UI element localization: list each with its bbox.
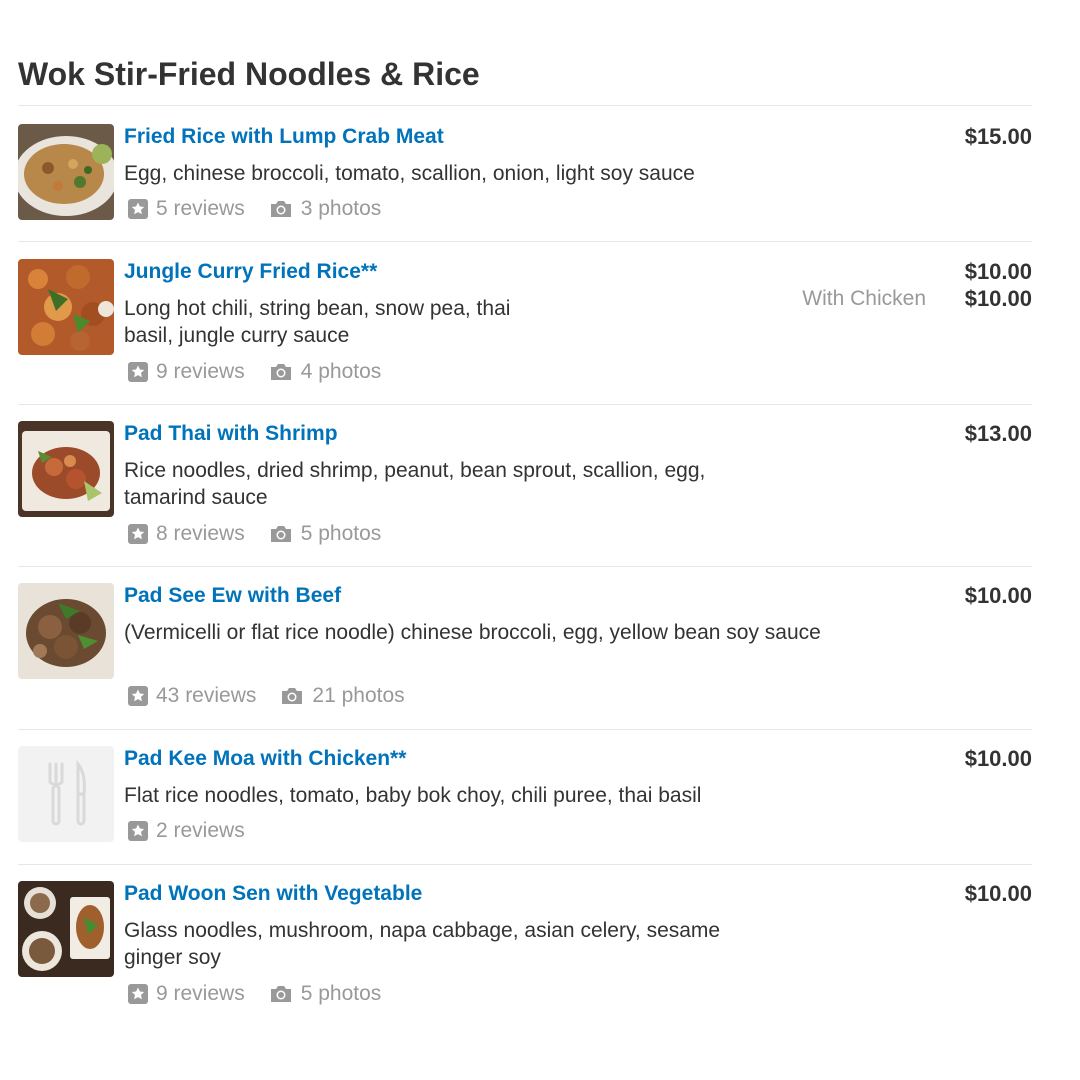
reviews-link[interactable]: 8 reviews [128, 521, 245, 547]
item-meta: 2 reviews [128, 818, 245, 844]
item-price: $10.00 [964, 881, 1032, 906]
reviews-count: 9 reviews [156, 360, 245, 383]
photos-count: 21 photos [312, 684, 405, 707]
item-meta: 8 reviews 5 photos [128, 521, 381, 547]
item-photo[interactable] [18, 124, 114, 220]
item-price: $10.00 [964, 583, 1032, 608]
option-label: With Chicken [802, 287, 926, 310]
item-description: (Vermicelli or flat rice noodle) chinese… [124, 621, 821, 644]
camera-icon [270, 364, 291, 380]
item-meta: 9 reviews 4 photos [128, 359, 381, 385]
menu-list: Fried Rice with Lump Crab Meat Egg, chin… [18, 105, 1032, 1024]
reviews-count: 5 reviews [156, 197, 245, 220]
fork-knife-icon [48, 759, 86, 826]
item-description: Long hot chili, string bean, snow pea, t… [124, 297, 511, 347]
item-price: $10.00 [964, 746, 1032, 771]
section-title: Wok Stir-Fried Noodles & Rice [18, 56, 480, 92]
item-photo[interactable] [18, 259, 114, 355]
item-name-link[interactable]: Jungle Curry Fried Rice** [124, 259, 377, 285]
option-price: $10.00 [964, 286, 1032, 311]
photos-count: 5 photos [300, 982, 382, 1005]
star-icon [128, 984, 148, 1004]
item-name-link[interactable]: Fried Rice with Lump Crab Meat [124, 124, 444, 150]
item-description: Glass noodles, mushroom, napa cabbage, a… [124, 919, 721, 969]
menu-item: Jungle Curry Fried Rice** Long hot chili… [18, 241, 1032, 404]
item-name-link[interactable]: Pad Kee Moa with Chicken** [124, 746, 406, 772]
item-name-link[interactable]: Pad Thai with Shrimp [124, 421, 338, 447]
reviews-count: 2 reviews [156, 819, 245, 842]
photos-count: 4 photos [300, 360, 382, 383]
reviews-link[interactable]: 9 reviews [128, 981, 245, 1007]
photos-count: 5 photos [300, 522, 382, 545]
item-price: $10.00 [964, 259, 1032, 284]
item-photo-placeholder [18, 746, 114, 842]
reviews-link[interactable]: 5 reviews [128, 196, 245, 222]
star-icon [128, 524, 148, 544]
reviews-count: 8 reviews [156, 522, 245, 545]
item-price: $13.00 [964, 421, 1032, 446]
camera-icon [270, 526, 291, 542]
reviews-count: 43 reviews [156, 684, 257, 707]
camera-icon [270, 201, 291, 217]
menu-item: Fried Rice with Lump Crab Meat Egg, chin… [18, 105, 1032, 241]
reviews-link[interactable]: 9 reviews [128, 359, 245, 385]
photos-link[interactable]: 3 photos [269, 196, 382, 222]
photos-link[interactable]: 5 photos [269, 981, 382, 1007]
menu-item: Pad See Ew with Beef (Vermicelli or flat… [18, 566, 1032, 729]
item-photo[interactable] [18, 583, 114, 679]
reviews-link[interactable]: 2 reviews [128, 818, 245, 844]
item-name-link[interactable]: Pad See Ew with Beef [124, 583, 341, 609]
item-meta: 9 reviews 5 photos [128, 981, 381, 1007]
item-meta: 43 reviews 21 photos [128, 683, 405, 709]
item-photo[interactable] [18, 421, 114, 517]
item-description: Flat rice noodles, tomato, baby bok choy… [124, 784, 702, 807]
photos-link[interactable]: 21 photos [280, 683, 405, 709]
camera-icon [270, 986, 291, 1002]
camera-icon [282, 688, 303, 704]
item-price: $15.00 [964, 124, 1032, 149]
item-description: Rice noodles, dried shrimp, peanut, bean… [124, 459, 706, 509]
star-icon [128, 821, 148, 841]
reviews-link[interactable]: 43 reviews [128, 683, 256, 709]
star-icon [128, 362, 148, 382]
photos-link[interactable]: 5 photos [269, 521, 382, 547]
item-photo[interactable] [18, 881, 114, 977]
item-name-link[interactable]: Pad Woon Sen with Vegetable [124, 881, 422, 907]
item-meta: 5 reviews 3 photos [128, 196, 381, 222]
star-icon [128, 199, 148, 219]
photos-link[interactable]: 4 photos [269, 359, 382, 385]
menu-item: Pad Kee Moa with Chicken** Flat rice noo… [18, 729, 1032, 864]
reviews-count: 9 reviews [156, 982, 245, 1005]
item-description: Egg, chinese broccoli, tomato, scallion,… [124, 162, 695, 185]
photos-count: 3 photos [300, 197, 382, 220]
menu-item: Pad Thai with Shrimp Rice noodles, dried… [18, 404, 1032, 566]
menu-item: Pad Woon Sen with Vegetable Glass noodle… [18, 864, 1032, 1024]
star-icon [128, 686, 148, 706]
